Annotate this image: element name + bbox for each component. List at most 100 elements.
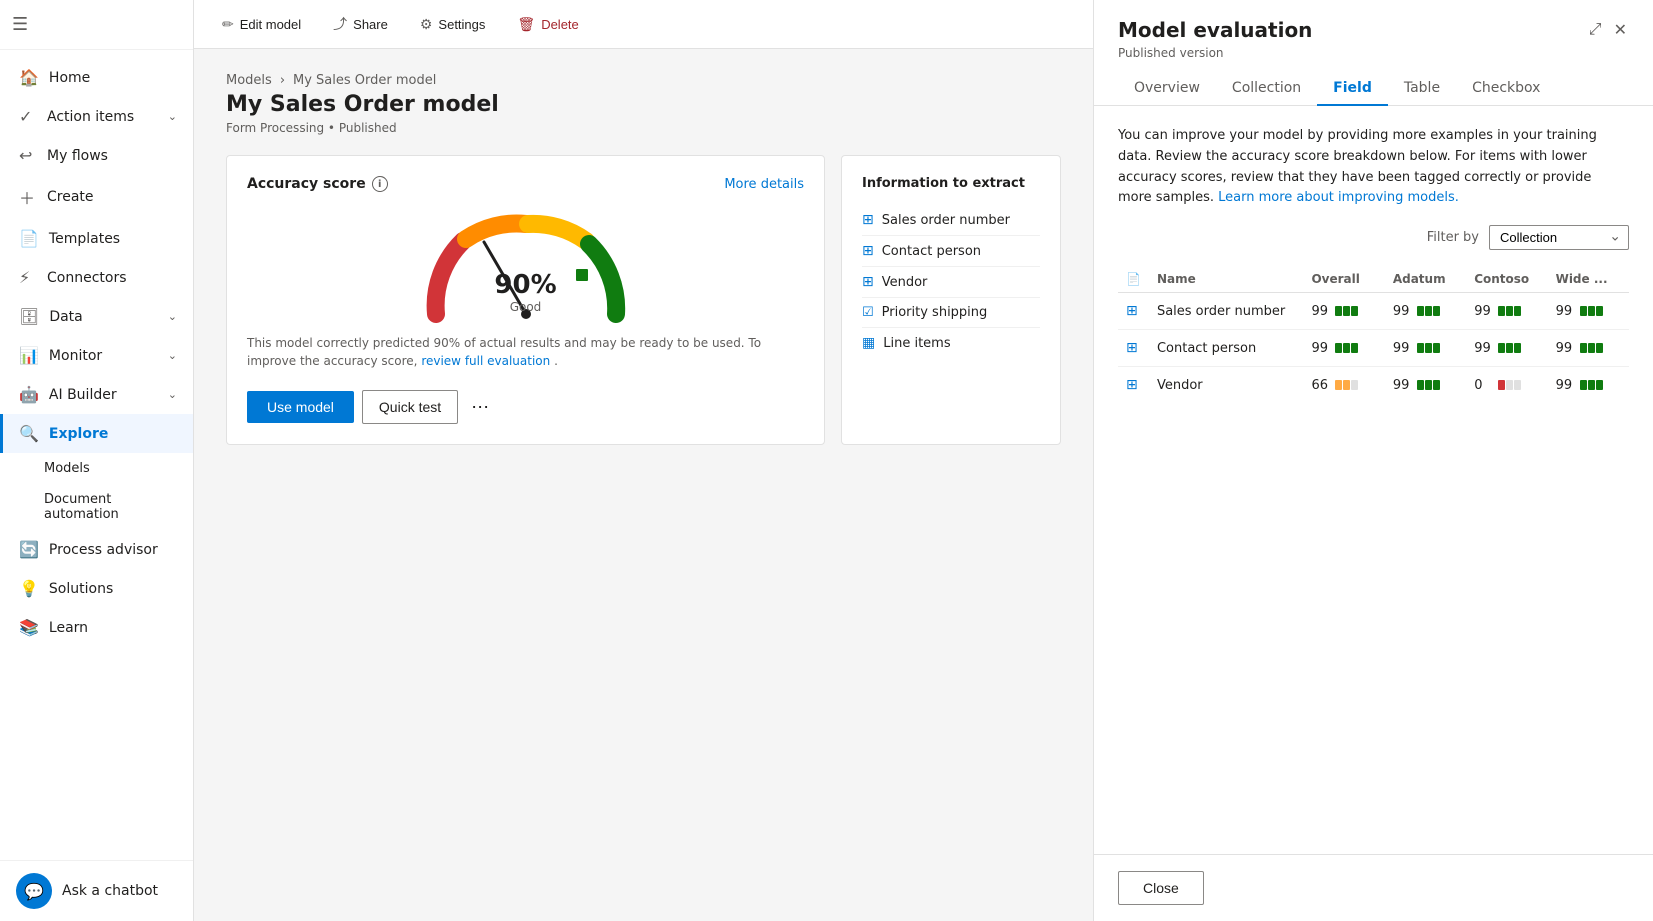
- solutions-icon: 💡: [19, 579, 39, 598]
- review-link[interactable]: review full evaluation: [421, 354, 550, 368]
- sidebar-nav: 🏠 Home ✓ Action items ⌄ ↩ My flows ＋ Cre…: [0, 50, 193, 860]
- sidebar-footer: 💬 Ask a chatbot: [0, 860, 193, 921]
- field-row-icon: ⊞: [1126, 340, 1138, 356]
- collection-filter-select[interactable]: Collection All Adatum Contoso Wide World: [1489, 225, 1629, 250]
- panel-header: Model evaluation ⤢ ✕ Published version O…: [1094, 0, 1653, 106]
- tab-overview[interactable]: Overview: [1118, 72, 1216, 106]
- row-overall-cell: 99: [1303, 293, 1384, 330]
- quick-test-button[interactable]: Quick test: [362, 390, 458, 424]
- share-icon: ⤴: [333, 14, 347, 34]
- table-row: ⊞ Sales order number 99 99 99: [1118, 293, 1629, 330]
- sidebar-item-label: Learn: [49, 620, 88, 636]
- row-name-cell: Vendor: [1149, 367, 1304, 404]
- chatbot-icon: 💬: [24, 882, 44, 901]
- sidebar-item-my-flows[interactable]: ↩ My flows: [0, 136, 193, 175]
- panel-footer: Close: [1094, 854, 1653, 921]
- sidebar-header: ☰: [0, 0, 193, 50]
- more-details-link[interactable]: More details: [724, 177, 804, 192]
- panel-title-row: Model evaluation ⤢ ✕: [1118, 18, 1629, 42]
- sidebar-item-label: My flows: [47, 148, 108, 164]
- my-flows-icon: ↩: [19, 146, 37, 165]
- tab-table[interactable]: Table: [1388, 72, 1456, 106]
- edit-model-button[interactable]: ✏ Edit model: [218, 14, 305, 35]
- expand-button[interactable]: ⤢: [1587, 18, 1604, 42]
- sidebar-item-monitor[interactable]: 📊 Monitor ⌄: [0, 336, 193, 375]
- chevron-down-icon: ⌄: [168, 388, 177, 401]
- info-card: Information to extract ⊞ Sales order num…: [841, 155, 1061, 445]
- close-button[interactable]: Close: [1118, 871, 1204, 905]
- sidebar-item-templates[interactable]: 📄 Templates: [0, 219, 193, 258]
- use-model-button[interactable]: Use model: [247, 391, 354, 423]
- tab-checkbox[interactable]: Checkbox: [1456, 72, 1556, 106]
- panel-title: Model evaluation: [1118, 18, 1312, 42]
- sidebar-item-document-automation[interactable]: Document automation: [0, 484, 193, 530]
- row-overall-cell: 66: [1303, 367, 1384, 404]
- delete-button[interactable]: 🗑 Delete: [513, 14, 582, 35]
- close-panel-button[interactable]: ✕: [1612, 18, 1629, 42]
- info-item-label: Contact person: [882, 244, 981, 259]
- breadcrumb-separator: ›: [280, 73, 285, 88]
- sidebar-item-label: Action items: [47, 109, 134, 125]
- sidebar-item-create[interactable]: ＋ Create: [0, 175, 193, 219]
- share-button[interactable]: ⤴ Share: [329, 12, 392, 36]
- row-adatum-cell: 99: [1385, 330, 1466, 367]
- field-icon: ⊞: [862, 212, 874, 228]
- create-icon: ＋: [19, 185, 37, 209]
- accuracy-card-header: Accuracy score i More details: [247, 176, 804, 192]
- sidebar-item-process-advisor[interactable]: 🔄 Process advisor: [0, 530, 193, 569]
- info-card-title: Information to extract: [862, 176, 1040, 191]
- info-item-label: Vendor: [882, 275, 928, 290]
- sidebar-item-data[interactable]: 🗄 Data ⌄: [0, 297, 193, 336]
- monitor-icon: 📊: [19, 346, 39, 365]
- sidebar-item-action-items[interactable]: ✓ Action items ⌄: [0, 97, 193, 136]
- sidebar-item-home[interactable]: 🏠 Home: [0, 58, 193, 97]
- col-icon: 📄: [1118, 266, 1149, 293]
- settings-button[interactable]: ⚙ Settings: [416, 14, 490, 35]
- sidebar-item-ai-builder[interactable]: 🤖 AI Builder ⌄: [0, 375, 193, 414]
- row-wide-cell: 99: [1548, 330, 1629, 367]
- panel-description: You can improve your model by providing …: [1118, 126, 1629, 209]
- sidebar-item-label: Models: [44, 461, 90, 476]
- field-icon: ⊞: [862, 243, 874, 259]
- sidebar-item-learn[interactable]: 📚 Learn: [0, 608, 193, 647]
- col-name: Name: [1149, 266, 1304, 293]
- col-wide: Wide ...: [1548, 266, 1629, 293]
- process-advisor-icon: 🔄: [19, 540, 39, 559]
- sidebar-item-label: AI Builder: [49, 387, 117, 403]
- learn-more-link[interactable]: Learn more about improving models.: [1218, 190, 1459, 205]
- list-item: ⊞ Sales order number: [862, 205, 1040, 236]
- more-options-button[interactable]: ⋯: [466, 393, 494, 421]
- accuracy-info-icon[interactable]: i: [372, 176, 388, 192]
- col-contoso: Contoso: [1466, 266, 1547, 293]
- templates-icon: 📄: [19, 229, 39, 248]
- row-adatum-cell: 99: [1385, 367, 1466, 404]
- sidebar-item-label: Data: [49, 309, 82, 325]
- evaluation-table: 📄 Name Overall Adatum Contoso: [1118, 266, 1629, 403]
- sidebar-item-label: Solutions: [49, 581, 113, 597]
- sidebar-item-solutions[interactable]: 💡 Solutions: [0, 569, 193, 608]
- breadcrumb-models[interactable]: Models: [226, 73, 272, 88]
- chevron-down-icon: ⌄: [168, 310, 177, 323]
- filter-row: Filter by Collection All Adatum Contoso …: [1118, 225, 1629, 250]
- chatbot-button[interactable]: 💬: [16, 873, 52, 909]
- accuracy-description: This model correctly predicted 90% of ac…: [247, 334, 804, 370]
- sidebar-item-label: Monitor: [49, 348, 102, 364]
- sidebar-item-connectors[interactable]: ⚡ Connectors: [0, 258, 193, 297]
- hamburger-icon[interactable]: ☰: [12, 14, 28, 35]
- sidebar-item-models[interactable]: Models: [0, 453, 193, 484]
- sidebar-item-explore[interactable]: 🔍 Explore: [0, 414, 193, 453]
- gauge-container: 90% Good: [247, 204, 804, 324]
- tab-collection[interactable]: Collection: [1216, 72, 1317, 106]
- panel-tabs: Overview Collection Field Table Checkbox: [1118, 72, 1629, 105]
- table-row: ⊞ Contact person 99 99 99: [1118, 330, 1629, 367]
- main-area: ✏ Edit model ⤴ Share ⚙ Settings 🗑 Delete…: [194, 0, 1093, 921]
- row-overall-cell: 99: [1303, 330, 1384, 367]
- panel-body: You can improve your model by providing …: [1094, 106, 1653, 854]
- info-item-label: Line items: [883, 336, 950, 351]
- filter-select-wrap: Collection All Adatum Contoso Wide World: [1489, 225, 1629, 250]
- table-row: ⊞ Vendor 66 99 0: [1118, 367, 1629, 404]
- row-icon-cell: ⊞: [1118, 330, 1149, 367]
- chevron-down-icon: ⌄: [168, 110, 177, 123]
- breadcrumb: Models › My Sales Order model: [226, 73, 1061, 88]
- tab-field[interactable]: Field: [1317, 72, 1388, 106]
